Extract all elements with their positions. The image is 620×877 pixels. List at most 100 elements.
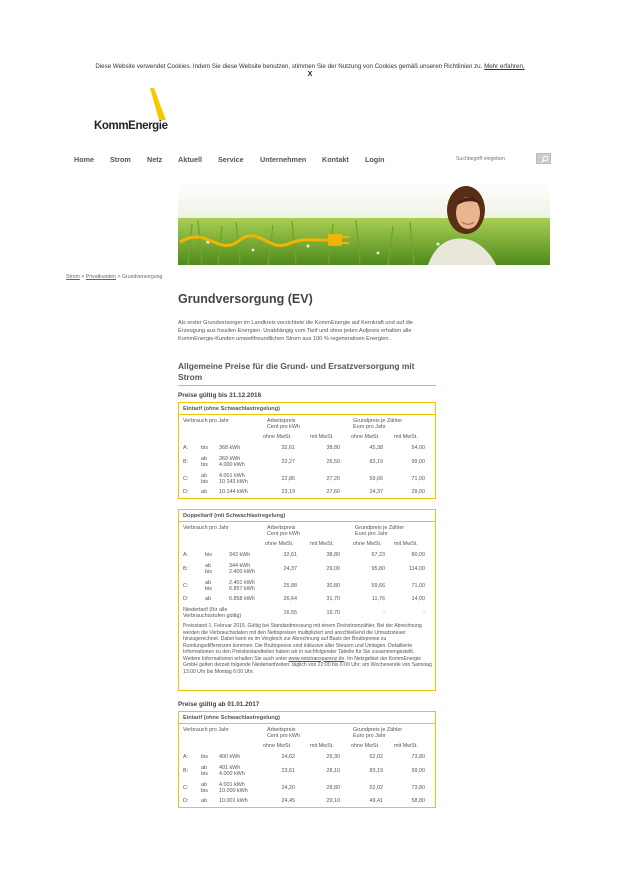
header-arbeitspreis-unit: Cent pro kWh xyxy=(267,531,300,537)
row-qualifier: bis xyxy=(205,586,212,592)
header-arbeitspreis-unit: Cent pro kWh xyxy=(267,424,300,430)
header-mit-mwst: mit MwSt. xyxy=(310,743,334,749)
price-gp-mit: 114,00 xyxy=(408,566,425,572)
header-mit-mwst: mit MwSt. xyxy=(394,434,418,440)
row-consumption: 343 kWh xyxy=(229,552,251,558)
niedertarif-label: Verbrauchsstufen gültig) xyxy=(183,613,242,619)
row-qualifier: bis xyxy=(201,771,208,777)
price-ap-mit: 29,30 xyxy=(326,754,341,760)
price-ap-ohne: 32,61 xyxy=(281,445,296,451)
page-title: Grundversorgung (EV) xyxy=(178,292,313,306)
price-gp-ohne: 59,66 xyxy=(369,476,384,482)
logo[interactable]: KommEnergie xyxy=(94,88,174,136)
netztransparenz-link[interactable]: www.netztransparenz.de xyxy=(289,656,345,662)
doppeltarif-2016-table: Doppeltarif (mit Schwachlastregelung) Ver… xyxy=(178,509,436,691)
table-divider xyxy=(179,723,435,724)
table-title: Eintarif (ohne Schwachlastregelung) xyxy=(183,715,280,721)
row-qualifier: bis xyxy=(201,754,208,760)
header-ohne-mwst: ohne MwSt. xyxy=(351,743,380,749)
row-qualifier: bis xyxy=(205,569,212,575)
breadcrumb-item-strom[interactable]: Strom xyxy=(66,274,80,280)
price-gp-mit: 71,00 xyxy=(411,583,426,589)
row-consumption: 10.144 kWh xyxy=(219,489,248,495)
price-ap-ohne: 24,20 xyxy=(281,785,296,791)
valid-from-heading: Preise gültig ab 01.01.2017 xyxy=(178,701,260,708)
row-label: C: xyxy=(183,583,189,589)
header-grundpreis-unit: Euro pro Jahr xyxy=(355,531,388,537)
price-ap-mit: 28,10 xyxy=(326,768,341,774)
row-qualifier: bis xyxy=(201,788,208,794)
header-verbrauch: Verbrauch pro Jahr xyxy=(183,418,229,424)
valid-until-heading: Preise gültig bis 31.12.2016 xyxy=(178,392,262,399)
price-ap-ohne: 23,61 xyxy=(281,768,296,774)
price-ap-mit: 19,70 xyxy=(326,610,341,616)
row-qualifier: bis xyxy=(201,462,208,468)
row-qualifier: bis xyxy=(205,552,212,558)
breadcrumb: Strom > Privatkunden > Grundversorgung xyxy=(66,274,162,280)
price-gp-mit: 54,00 xyxy=(411,445,426,451)
nav-item-unternehmen[interactable]: Unternehmen xyxy=(260,155,306,164)
row-consumption: 4.000 kWh xyxy=(219,462,245,468)
breadcrumb-separator: > xyxy=(81,274,85,280)
price-gp-mit: 14,00 xyxy=(411,596,426,602)
price-gp-mit: 99,00 xyxy=(411,459,426,465)
price-gp-ohne: 52,02 xyxy=(369,785,384,791)
price-gp-ohne: 59,66 xyxy=(371,583,386,589)
nav-item-aktuell[interactable]: Aktuell xyxy=(178,155,202,164)
nav-item-strom[interactable]: Strom xyxy=(110,155,131,164)
breadcrumb-item-privatkunden[interactable]: Privatkunden xyxy=(86,274,116,280)
row-consumption: 4.000 kWh xyxy=(219,771,245,777)
price-ap-ohne: 16,55 xyxy=(283,610,298,616)
price-gp-ohne: 45,38 xyxy=(369,445,384,451)
header-verbrauch: Verbrauch pro Jahr xyxy=(183,727,229,733)
cookie-close-button[interactable]: X xyxy=(0,71,620,78)
row-label: B: xyxy=(183,566,189,572)
logo-bolt-icon xyxy=(150,88,166,120)
row-label: D: xyxy=(183,489,189,495)
row-consumption: 6.858 kWh xyxy=(229,596,255,602)
price-ap-mit: 38,80 xyxy=(326,445,341,451)
price-ap-ohne: 24,37 xyxy=(283,566,298,572)
nav-item-netz[interactable]: Netz xyxy=(147,155,162,164)
price-ap-ohne: 25,88 xyxy=(283,583,298,589)
row-qualifier: ab xyxy=(205,596,211,602)
price-gp-mit: 29,00 xyxy=(411,489,426,495)
header-grundpreis-unit: Euro pro Jahr xyxy=(353,733,386,739)
price-gp-mit: 73,80 xyxy=(411,785,426,791)
price-ap-mit: 29,10 xyxy=(326,798,341,804)
cookie-more-link[interactable]: Mehr erfahren. xyxy=(484,63,525,70)
price-gp-mit: 58,80 xyxy=(411,798,426,804)
price-ap-mit: 27,60 xyxy=(326,489,341,495)
row-qualifier: bis xyxy=(201,479,208,485)
cookie-notice: Diese Website verwendet Cookies. Indem S… xyxy=(0,63,620,71)
row-label: B: xyxy=(183,459,189,465)
table-divider xyxy=(179,414,435,415)
price-ap-ohne: 23,19 xyxy=(281,489,296,495)
nav-item-login[interactable]: Login xyxy=(365,155,385,164)
header-mit-mwst: mit MwSt. xyxy=(310,434,334,440)
price-ap-mit: 29,00 xyxy=(326,566,341,572)
price-gp-ohne: - xyxy=(383,610,385,616)
price-gp-ohne: 83,19 xyxy=(369,768,384,774)
price-ap-mit: 38,80 xyxy=(326,552,341,558)
row-label: C: xyxy=(183,476,189,482)
row-label: B: xyxy=(183,768,189,774)
nav-item-service[interactable]: Service xyxy=(218,155,244,164)
cookie-text: Diese Website verwendet Cookies. Indem S… xyxy=(95,63,483,70)
search-input[interactable] xyxy=(454,153,532,164)
row-consumption: 2.400 kWh xyxy=(229,569,255,575)
price-gp-ohne: 11,76 xyxy=(371,596,385,602)
row-label: A: xyxy=(183,552,189,558)
header-mit-mwst: mit MwSt. xyxy=(394,743,418,749)
nav-item-home[interactable]: Home xyxy=(74,155,94,164)
row-label: C: xyxy=(183,785,189,791)
row-label: D: xyxy=(183,596,189,602)
breadcrumb-separator: > xyxy=(117,274,121,280)
search-button[interactable] xyxy=(536,153,551,164)
price-ap-mit: 31,70 xyxy=(326,596,341,602)
eintarif-2016-table: Eintarif (ohne Schwachlastregelung) Verbr… xyxy=(178,402,436,499)
header-ohne-mwst: ohne MwSt. xyxy=(351,434,380,440)
nav-item-kontakt[interactable]: Kontakt xyxy=(322,155,349,164)
price-ap-mit: 26,50 xyxy=(326,459,341,465)
header-grundpreis-unit: Euro pro Jahr xyxy=(353,424,386,430)
